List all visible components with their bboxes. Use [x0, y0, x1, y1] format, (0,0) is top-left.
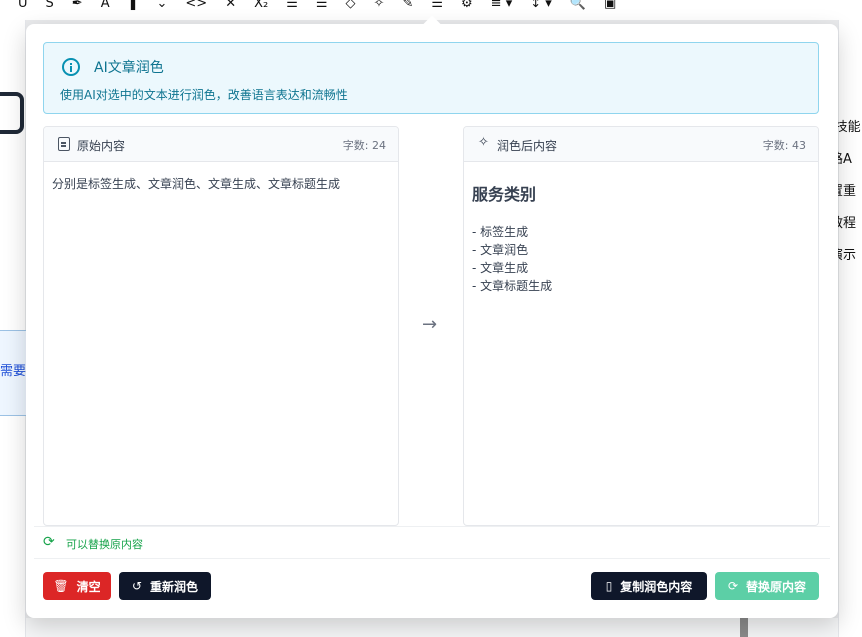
task-list-icon[interactable]: ☰ — [431, 0, 443, 10]
polished-list: - 标签生成 - 文章润色 - 文章生成 - 文章标题生成 — [472, 223, 552, 295]
polished-content-panel: ✧ 润色后内容 字数: 43 服务类别 - 标签生成 - 文章润色 - 文章生成… — [463, 126, 819, 526]
ai-polish-dialog: AI文章润色 使用AI对选中的文本进行润色，改善语言表达和流畅性 原始内容 字数… — [26, 15, 838, 618]
copy-button[interactable]: ▯ 复制润色内容 — [591, 572, 707, 600]
regenerate-button[interactable]: ↺ 重新润色 — [119, 572, 211, 600]
refresh-icon: ⟳ — [727, 579, 739, 593]
divider — [34, 526, 830, 527]
original-text[interactable]: 分别是标签生成、文章润色、文章生成、文章标题生成 — [52, 175, 340, 192]
status-text: 可以替换原内容 — [66, 538, 143, 551]
scrollbar-thumb[interactable] — [740, 618, 748, 637]
list-item: - 文章生成 — [472, 261, 529, 275]
list-item: - 文章标题生成 — [472, 279, 553, 293]
bullet-list-icon[interactable]: ☰ — [286, 0, 298, 10]
clear-button[interactable]: 🗑 清空 — [43, 572, 111, 600]
background-snippet: 需要 — [0, 364, 27, 379]
ordered-list-icon[interactable]: ☰ — [316, 0, 328, 10]
sparkle-icon: ✧ — [478, 135, 489, 150]
word-count: 字数: 24 — [342, 139, 386, 152]
chevron-down-icon[interactable]: ⌄ — [157, 0, 168, 10]
panel-header: ✧ 润色后内容 字数: 43 — [464, 127, 818, 162]
trash-icon: 🗑 — [53, 579, 69, 593]
quote-icon[interactable]: ❚ — [128, 0, 139, 10]
arrow-right-icon: → — [422, 314, 438, 335]
panel-title: 原始内容 — [77, 139, 126, 153]
editor-left-area — [0, 20, 26, 637]
font-color-icon[interactable]: A — [101, 0, 110, 10]
list-item: - 文章润色 — [472, 243, 529, 257]
document-icon — [58, 137, 70, 151]
subscript-icon[interactable]: X₂ — [254, 0, 268, 10]
line-height-icon[interactable]: ↕ ▾ — [530, 0, 552, 10]
strikethrough-icon[interactable]: S — [46, 0, 54, 10]
image-placeholder — [0, 92, 24, 134]
clipboard-icon: ▯ — [605, 579, 613, 593]
polished-heading: 服务类别 — [472, 185, 537, 204]
original-content-panel: 原始内容 字数: 24 分别是标签生成、文章润色、文章生成、文章标题生成 — [43, 126, 399, 526]
info-banner: AI文章润色 使用AI对选中的文本进行润色，改善语言表达和流畅性 — [43, 42, 819, 114]
replace-label: 替换原内容 — [746, 579, 807, 594]
clear-format-icon[interactable]: ✕ — [225, 0, 236, 10]
sparkle-icon[interactable]: ✧ — [374, 0, 385, 10]
align-icon[interactable]: ≡ ▾ — [491, 0, 513, 10]
regenerate-label: 重新润色 — [150, 579, 199, 594]
info-icon — [62, 58, 80, 76]
copy-label: 复制润色内容 — [620, 579, 693, 594]
clear-label: 清空 — [76, 579, 101, 594]
search-icon[interactable]: 🔍 — [570, 0, 586, 10]
divider — [34, 558, 830, 559]
plugin-icon[interactable]: ⚙ — [461, 0, 473, 10]
editor-footer — [0, 618, 862, 637]
panel-toggle-icon[interactable]: ▣ — [604, 0, 616, 10]
magic-wand-icon[interactable]: ✎ — [402, 0, 413, 10]
code-icon[interactable]: <> — [185, 0, 207, 10]
highlight-icon[interactable]: ✒ — [72, 0, 83, 10]
panel-header: 原始内容 字数: 24 — [44, 127, 398, 162]
word-count: 字数: 43 — [762, 139, 806, 152]
info-description: 使用AI对选中的文本进行润色，改善语言表达和流畅性 — [60, 88, 348, 102]
info-title: AI文章润色 — [94, 60, 164, 76]
panel-title: 润色后内容 — [497, 139, 558, 153]
tag-icon[interactable]: ◇ — [346, 0, 356, 10]
editor-right-area — [838, 20, 862, 637]
replace-button[interactable]: ⟳ 替换原内容 — [715, 572, 819, 600]
underline-icon[interactable]: U — [18, 0, 28, 10]
list-item: - 标签生成 — [472, 225, 529, 239]
refresh-icon: ⟳ — [43, 534, 55, 550]
rotate-icon: ↺ — [131, 579, 143, 593]
